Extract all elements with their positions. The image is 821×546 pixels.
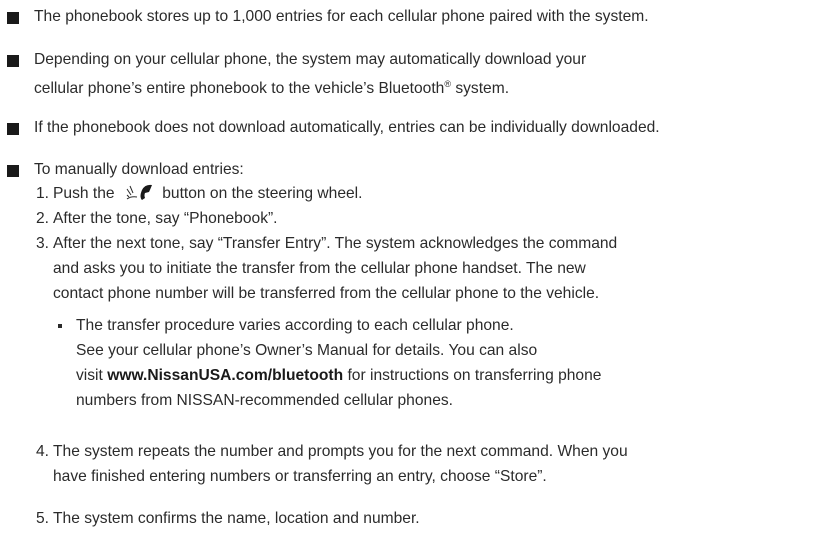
step-text: have finished entering numbers or transf… — [53, 468, 547, 485]
nissan-bluetooth-link[interactable]: www.NissanUSA.com/bluetooth — [107, 367, 343, 384]
step-number: 5. — [36, 510, 50, 527]
bullet-text: Depending on your cellular phone, the sy… — [34, 47, 821, 101]
step-text: The system repeats the number and prompt… — [53, 443, 628, 460]
bullet-text-segment: system. — [451, 80, 510, 97]
bullet-text-line: Depending on your cellular phone, the sy… — [34, 51, 587, 68]
sub-bullet-text: visit — [76, 367, 108, 384]
manual-page: The phonebook stores up to 1,000 entries… — [0, 0, 821, 546]
step-item: 1. Push the button on the steering wheel. — [36, 181, 821, 209]
step-text: and asks you to initiate the transfer fr… — [53, 260, 586, 277]
step-text: contact phone number will be transferred… — [53, 285, 600, 302]
step-number: 1. — [36, 185, 50, 202]
sub-bullet-item: The transfer procedure varies according … — [54, 313, 821, 413]
bullet-text-segment: cellular phone’s entire phonebook to the… — [34, 80, 445, 97]
step-item: 5. The system confirms the name, location… — [36, 506, 821, 531]
bullet-text: If the phonebook does not download autom… — [34, 119, 660, 136]
sub-bullet-dot-icon — [58, 324, 62, 328]
step-line: 4. The system repeats the number and prom… — [36, 439, 821, 464]
sub-bullet-text: for instructions on transferring phone — [343, 367, 602, 384]
step-number: 2. — [36, 210, 50, 227]
step-line: 3. After the next tone, say “Transfer Ent… — [36, 231, 821, 256]
step-text: After the next tone, say “Transfer Entry… — [53, 235, 618, 252]
step-item: 2. After the tone, say “Phonebook”. — [36, 206, 821, 231]
square-bullet-icon — [7, 12, 19, 24]
step-number: 4. — [36, 443, 50, 460]
bullet-text-line: cellular phone’s entire phonebook to the… — [34, 72, 821, 101]
bullet-text: The phonebook stores up to 1,000 entries… — [34, 8, 649, 25]
bullet-text: To manually download entries: — [34, 161, 244, 178]
trademark-symbol: ® — [444, 79, 451, 89]
square-bullet-icon — [7, 55, 19, 67]
sub-bullet-line: The transfer procedure varies according … — [54, 313, 821, 338]
sub-bullet-line: visit www.NissanUSA.com/bluetooth for in… — [54, 363, 821, 388]
step-text: After the tone, say “Phonebook”. — [53, 210, 278, 227]
sub-bullet-text: The transfer procedure varies according … — [76, 317, 514, 334]
square-bullet-icon — [7, 123, 19, 135]
step-item: 3. After the next tone, say “Transfer Ent… — [36, 231, 821, 306]
step-text: The system confirms the name, location a… — [53, 510, 420, 527]
step-text: button on the steering wheel. — [157, 185, 363, 202]
sub-bullet-text: numbers from NISSAN-recommended cellular… — [76, 392, 454, 409]
step-item: 4. The system repeats the number and prom… — [36, 439, 821, 489]
step-text: Push the — [53, 185, 119, 202]
step-number: 3. — [36, 235, 50, 252]
sub-bullet-text: See your cellular phone’s Owner’s Manual… — [76, 342, 538, 359]
square-bullet-icon — [7, 165, 19, 177]
